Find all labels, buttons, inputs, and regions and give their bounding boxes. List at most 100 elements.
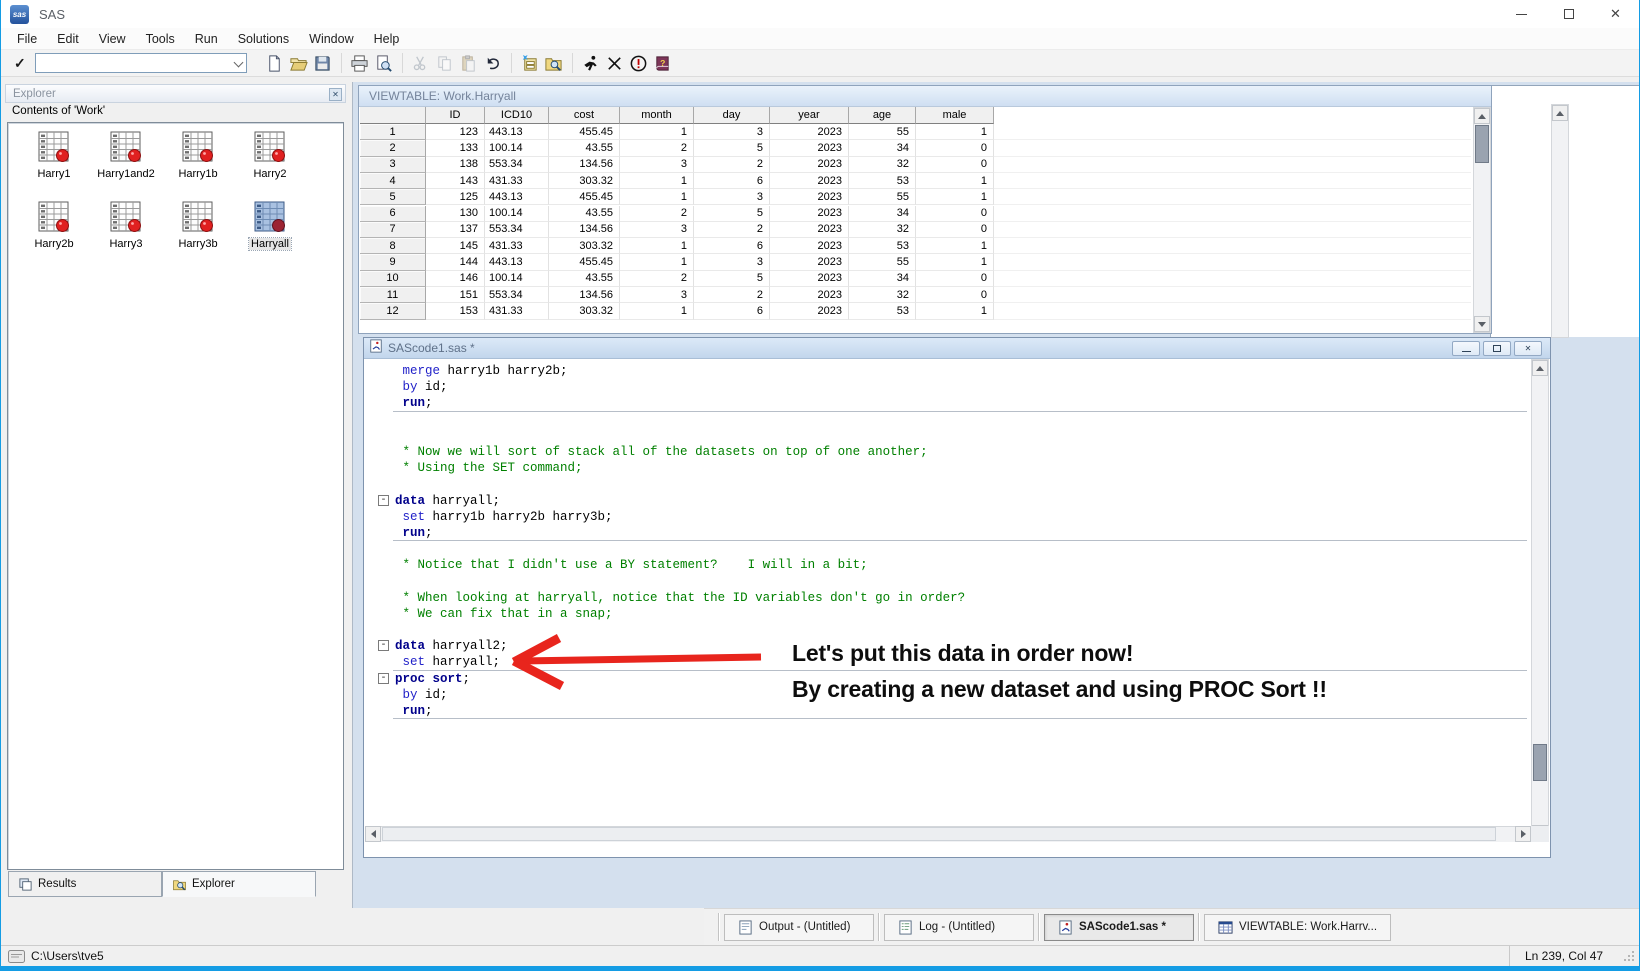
open-file-button[interactable] xyxy=(287,52,311,75)
data-cell[interactable]: 0 xyxy=(916,206,994,222)
dataset-harry2[interactable]: Harry2 xyxy=(234,128,306,194)
dataset-harry2b[interactable]: Harry2b xyxy=(18,198,90,264)
data-cell[interactable]: 138 xyxy=(426,157,485,173)
data-cell[interactable]: 53 xyxy=(849,303,916,319)
data-cell[interactable]: 431.33 xyxy=(485,173,549,189)
data-cell[interactable]: 5 xyxy=(694,206,770,222)
data-cell[interactable]: 303.32 xyxy=(549,173,620,189)
data-cell[interactable]: 2023 xyxy=(770,206,849,222)
viewtable-title-bar[interactable]: VIEWTABLE: Work.Harryall xyxy=(359,86,1491,107)
command-input[interactable] xyxy=(35,53,247,73)
data-cell[interactable]: 146 xyxy=(426,271,485,287)
data-cell[interactable]: 55 xyxy=(849,124,916,140)
windowbar-log-untitled[interactable]: Log - (Untitled) xyxy=(884,914,1034,941)
title-bar[interactable]: sas SAS ✕ xyxy=(1,0,1639,28)
data-cell[interactable]: 2023 xyxy=(770,271,849,287)
windowbar-sascode1-sas[interactable]: SAScode1.sas * xyxy=(1044,914,1194,941)
dataset-harry3[interactable]: Harry3 xyxy=(90,198,162,264)
menu-help[interactable]: Help xyxy=(364,29,410,49)
data-cell[interactable]: 32 xyxy=(849,157,916,173)
column-header-icd10[interactable]: ICD10 xyxy=(485,107,549,124)
data-cell[interactable]: 2 xyxy=(694,222,770,238)
menu-file[interactable]: File xyxy=(7,29,47,49)
windowbar-viewtable-work-harrv[interactable]: VIEWTABLE: Work.Harrv... xyxy=(1204,914,1391,941)
data-cell[interactable]: 2023 xyxy=(770,222,849,238)
undo-button[interactable] xyxy=(481,52,505,75)
data-cell[interactable]: 153 xyxy=(426,303,485,319)
data-cell[interactable]: 2023 xyxy=(770,189,849,205)
menu-edit[interactable]: Edit xyxy=(47,29,89,49)
code-fold-toggle-icon[interactable]: - xyxy=(378,673,389,684)
clear-all-button[interactable] xyxy=(603,52,627,75)
editor-title-bar[interactable]: SAScode1.sas * ✕ xyxy=(364,338,1550,359)
data-cell[interactable]: 3 xyxy=(694,254,770,270)
tab-results[interactable]: Results xyxy=(8,871,162,897)
data-cell[interactable]: 134.56 xyxy=(549,157,620,173)
data-cell[interactable]: 2023 xyxy=(770,254,849,270)
data-cell[interactable]: 2023 xyxy=(770,157,849,173)
data-cell[interactable]: 100.14 xyxy=(485,206,549,222)
code-editor-area[interactable]: merge harry1b harry2b; by id; run; * Now… xyxy=(365,359,1550,842)
data-cell[interactable]: 125 xyxy=(426,189,485,205)
data-cell[interactable]: 53 xyxy=(849,173,916,189)
close-button[interactable]: ✕ xyxy=(1592,0,1639,28)
copy-button[interactable] xyxy=(433,52,457,75)
editor-horizontal-scrollbar[interactable] xyxy=(365,826,1531,842)
resize-grip[interactable] xyxy=(1623,950,1636,963)
data-cell[interactable]: 455.45 xyxy=(549,254,620,270)
data-cell[interactable]: 553.34 xyxy=(485,222,549,238)
column-header-age[interactable]: age xyxy=(849,107,916,124)
editor-scroll-left-icon[interactable] xyxy=(365,826,381,842)
data-cell[interactable]: 303.32 xyxy=(549,238,620,254)
data-cell[interactable]: 2023 xyxy=(770,124,849,140)
data-cell[interactable]: 1 xyxy=(916,124,994,140)
data-cell[interactable]: 2 xyxy=(620,140,694,156)
menu-window[interactable]: Window xyxy=(299,29,363,49)
data-cell[interactable]: 3 xyxy=(620,287,694,303)
data-cell[interactable]: 2023 xyxy=(770,140,849,156)
editor-restore-button[interactable] xyxy=(1483,341,1511,356)
editor-scroll-thumb[interactable] xyxy=(1533,744,1547,781)
viewtable-corner-cell[interactable] xyxy=(360,107,426,124)
data-cell[interactable]: 5 xyxy=(694,140,770,156)
column-header-cost[interactable]: cost xyxy=(549,107,620,124)
data-cell[interactable]: 3 xyxy=(620,157,694,173)
editor-scroll-right-icon[interactable] xyxy=(1515,826,1531,842)
tab-explorer[interactable]: Explorer xyxy=(162,871,316,897)
new-library-button[interactable] xyxy=(518,52,542,75)
data-cell[interactable]: 1 xyxy=(620,189,694,205)
data-cell[interactable]: 1 xyxy=(916,303,994,319)
row-number-cell[interactable]: 2 xyxy=(360,140,426,156)
explorer-window-button[interactable] xyxy=(542,52,566,75)
data-cell[interactable]: 0 xyxy=(916,287,994,303)
editor-hscroll-thumb[interactable] xyxy=(382,827,1496,841)
data-cell[interactable]: 2 xyxy=(694,157,770,173)
data-cell[interactable]: 455.45 xyxy=(549,124,620,140)
data-cell[interactable]: 143 xyxy=(426,173,485,189)
submit-button[interactable] xyxy=(579,52,603,75)
menu-tools[interactable]: Tools xyxy=(136,29,185,49)
data-cell[interactable]: 55 xyxy=(849,189,916,205)
data-cell[interactable]: 553.34 xyxy=(485,157,549,173)
data-cell[interactable]: 3 xyxy=(694,189,770,205)
data-cell[interactable]: 303.32 xyxy=(549,303,620,319)
data-cell[interactable]: 32 xyxy=(849,287,916,303)
background-scroll-up-icon[interactable] xyxy=(1552,105,1568,121)
print-preview-button[interactable] xyxy=(372,52,396,75)
data-cell[interactable]: 443.13 xyxy=(485,124,549,140)
print-button[interactable] xyxy=(348,52,372,75)
column-header-male[interactable]: male xyxy=(916,107,994,124)
data-cell[interactable]: 0 xyxy=(916,157,994,173)
menu-view[interactable]: View xyxy=(89,29,136,49)
viewtable-vertical-scrollbar[interactable] xyxy=(1473,107,1491,333)
row-number-cell[interactable]: 8 xyxy=(360,238,426,254)
row-number-cell[interactable]: 11 xyxy=(360,287,426,303)
data-cell[interactable]: 2023 xyxy=(770,303,849,319)
editor-minimize-button[interactable] xyxy=(1452,341,1480,356)
maximize-button[interactable] xyxy=(1545,0,1592,28)
menu-run[interactable]: Run xyxy=(185,29,228,49)
data-cell[interactable]: 34 xyxy=(849,206,916,222)
data-cell[interactable]: 134.56 xyxy=(549,287,620,303)
data-cell[interactable]: 144 xyxy=(426,254,485,270)
dataset-harry1and2[interactable]: Harry1and2 xyxy=(90,128,162,194)
